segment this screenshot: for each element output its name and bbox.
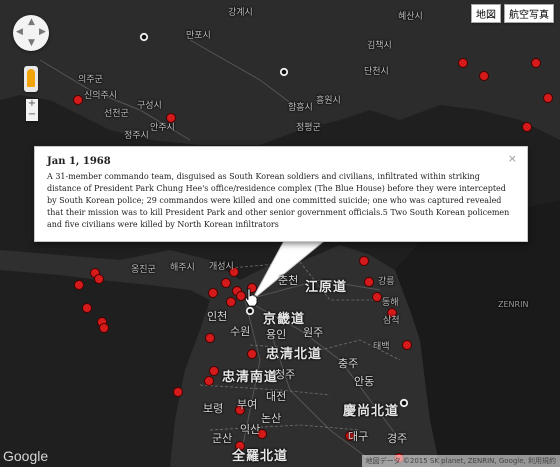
label-jeongju: 정주시 [124,131,149,141]
map-type-map-button[interactable]: 地図 [471,4,501,23]
label-uiju: 의주군 [78,75,103,85]
label-iksan: 익산 [240,423,261,436]
label-gangneung: 강릉 [378,277,395,287]
zoom-control: + − [26,99,38,121]
close-icon[interactable]: × [508,152,517,165]
event-date: Jan 1, 1968 [47,156,111,167]
label-gyeongju: 경주 [387,432,408,445]
label-kaesong: 개성시 [209,262,234,272]
label-samcheok: 삼척 [383,316,400,326]
label-incheon: 인천 [207,310,228,323]
google-logo[interactable]: Google [3,448,48,464]
label-buyeo: 부여 [237,398,258,411]
label-gunsan: 군산 [212,432,233,445]
pan-up-icon[interactable]: ▲ [28,18,35,27]
label-yongin: 용인 [266,328,287,341]
pan-right-icon[interactable]: ▶ [39,28,46,37]
label-chungcheongnam-do: 忠清南道 [222,370,279,385]
label-zenrin: ZENRIN [498,300,529,309]
label-suwon: 수원 [230,325,251,338]
event-info-window: × Jan 1, 1968 A 31-member commando team,… [34,146,528,242]
pan-control[interactable]: ▲ ▼ ◀ ▶ [13,15,49,51]
label-gangwon-do: 江原道 [305,280,348,295]
label-taebaek: 태백 [373,342,390,352]
label-dancheon: 단천시 [364,67,389,77]
map-attribution[interactable]: 地図データ ©2015 SK planet, ZENRIN, Google, 利… [361,455,560,467]
label-andong: 안동 [354,375,375,388]
label-gyeonggi-do: 京畿道 [263,312,306,327]
label-hyesan: 혜산시 [398,12,423,22]
label-kimchaek: 김책시 [367,41,392,51]
label-chuncheon: 춘천 [278,274,299,287]
label-ongjin: 옹진군 [131,265,156,275]
label-jeollabuk-do: 全羅北道 [232,449,289,464]
map-type-satellite-button[interactable]: 航空写真 [504,4,554,23]
label-gyeongsangbuk-do: 慶尚北道 [343,404,400,419]
label-chungju: 충주 [338,357,359,370]
label-hamheung: 함흥시 [288,103,313,113]
label-donghae: 동해 [382,298,399,308]
label-daegu: 대구 [348,430,369,443]
event-description: A 31-member commando team, disguised as … [47,172,510,229]
label-boryeong: 보령 [203,402,224,415]
label-chungcheongbuk-do: 忠清北道 [266,347,323,362]
label-seoncheon: 선천군 [104,109,129,119]
label-gangdong: 강계시 [228,8,253,18]
label-wonju: 원주 [303,326,324,339]
zoom-out-button[interactable]: − [26,110,38,121]
label-daejeon: 대전 [266,390,287,403]
map-type-control: 地図 航空写真 [471,4,554,23]
label-haeju: 해주시 [170,263,195,273]
street-view-pegman-icon[interactable] [24,66,38,92]
label-gusong: 구성시 [137,101,162,111]
label-cheongju: 청주 [275,368,296,381]
pan-left-icon[interactable]: ◀ [16,28,23,37]
label-manpo: 만포시 [186,31,211,41]
label-jeongpyeong: 정평군 [296,123,321,133]
label-sinuiju: 신의주시 [84,91,118,101]
label-heungwon: 흥원시 [316,96,341,106]
label-nonsan: 논산 [261,412,282,425]
label-anju: 안주시 [150,123,175,133]
pan-down-icon[interactable]: ▼ [28,39,35,48]
